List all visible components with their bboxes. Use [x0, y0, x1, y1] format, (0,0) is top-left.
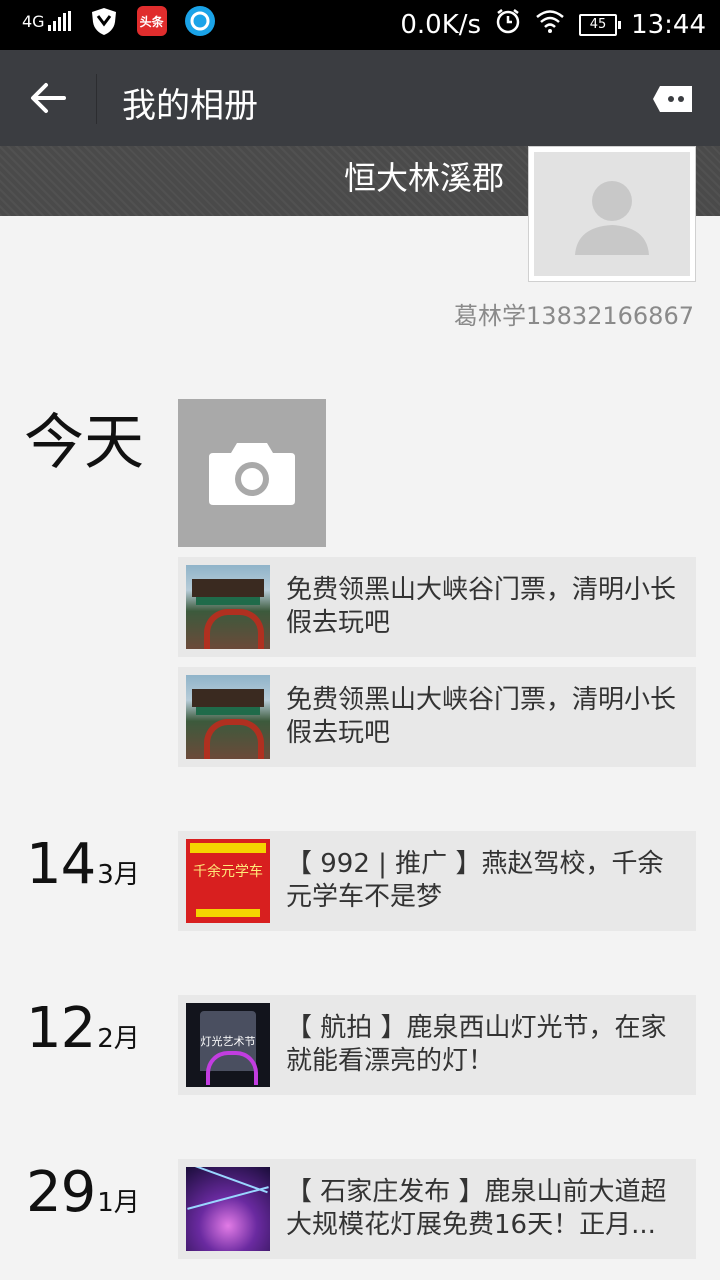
post-month: 2月 — [97, 1024, 140, 1054]
timeline-post[interactable]: 免费领黑山大峡谷门票，清明小长假去玩吧 — [178, 557, 696, 657]
user-nickname: 葛林学13832166867 — [454, 302, 694, 330]
network-speed: 0.0K/s — [400, 9, 482, 40]
browser-app-icon — [184, 6, 215, 36]
post-date: 12 2月 — [26, 996, 140, 1061]
alarm-icon — [495, 8, 521, 41]
toutiao-label: 头条 — [139, 14, 164, 29]
post-month: 3月 — [97, 860, 140, 890]
post-thumbnail: 千余元学车 — [186, 839, 270, 923]
post-date: 29 1月 — [26, 1160, 140, 1225]
post-title: 【 石家庄发布 】鹿泉山前大道超大规模花灯展免费16天！正月... — [286, 1177, 667, 1240]
today-label: 今天 — [24, 408, 144, 478]
status-bar: 4G 头条 0.0K/s 45 13:44 — [0, 0, 720, 50]
post-day: 14 — [26, 832, 96, 897]
post-day: 12 — [26, 996, 96, 1061]
post-title: 免费领黑山大峡谷门票，清明小长假去玩吧 — [286, 575, 677, 638]
page-title: 我的相册 — [122, 86, 258, 126]
app-bar: 我的相册 — [0, 50, 720, 146]
network-type: 4G — [22, 12, 45, 31]
avatar-placeholder — [534, 152, 690, 276]
toutiao-app-icon: 头条 — [136, 6, 167, 36]
post-date: 14 3月 — [26, 832, 140, 897]
signal-bars-icon — [47, 11, 71, 31]
person-icon — [575, 181, 649, 255]
battery-icon: 45 — [579, 13, 622, 36]
post-title: 【 992 | 推广 】燕赵驾校，千余元学车不是梦 — [286, 849, 664, 912]
post-month: 1月 — [97, 1188, 140, 1218]
post-day: 29 — [26, 1160, 96, 1225]
back-arrow-icon — [31, 83, 66, 113]
timeline-post[interactable]: 【 石家庄发布 】鹿泉山前大道超大规模花灯展免费16天！正月... — [178, 1159, 696, 1259]
app-bar-divider — [96, 74, 97, 124]
thumbnail-caption: 灯光艺术节 — [200, 1035, 256, 1048]
message-more-icon — [653, 86, 692, 112]
shield-app-icon — [89, 6, 119, 36]
post-thumbnail — [186, 1167, 270, 1251]
cover-name: 恒大林溪郡 — [343, 159, 504, 197]
back-button[interactable] — [28, 80, 68, 116]
timeline-post[interactable]: 免费领黑山大峡谷门票，清明小长假去玩吧 — [178, 667, 696, 767]
post-thumbnail — [186, 565, 270, 649]
timeline-post[interactable]: 灯光艺术节 【 航拍 】鹿泉西山灯光节，在家就能看漂亮的灯！ — [178, 995, 696, 1095]
message-button[interactable] — [652, 84, 694, 114]
add-photo-button[interactable] — [178, 399, 326, 547]
post-thumbnail: 灯光艺术节 — [186, 1003, 270, 1087]
clock: 13:44 — [631, 9, 706, 40]
post-title: 【 航拍 】鹿泉西山灯光节，在家就能看漂亮的灯！ — [286, 1013, 667, 1076]
avatar[interactable] — [528, 146, 696, 282]
post-title: 免费领黑山大峡谷门票，清明小长假去玩吧 — [286, 685, 677, 748]
battery-level: 45 — [589, 17, 607, 32]
camera-icon — [209, 443, 295, 505]
wifi-icon — [535, 9, 565, 40]
post-thumbnail — [186, 675, 270, 759]
signal-indicator: 4G — [22, 11, 71, 31]
timeline-post[interactable]: 千余元学车 【 992 | 推广 】燕赵驾校，千余元学车不是梦 — [178, 831, 696, 931]
thumbnail-caption: 千余元学车 — [193, 864, 263, 880]
